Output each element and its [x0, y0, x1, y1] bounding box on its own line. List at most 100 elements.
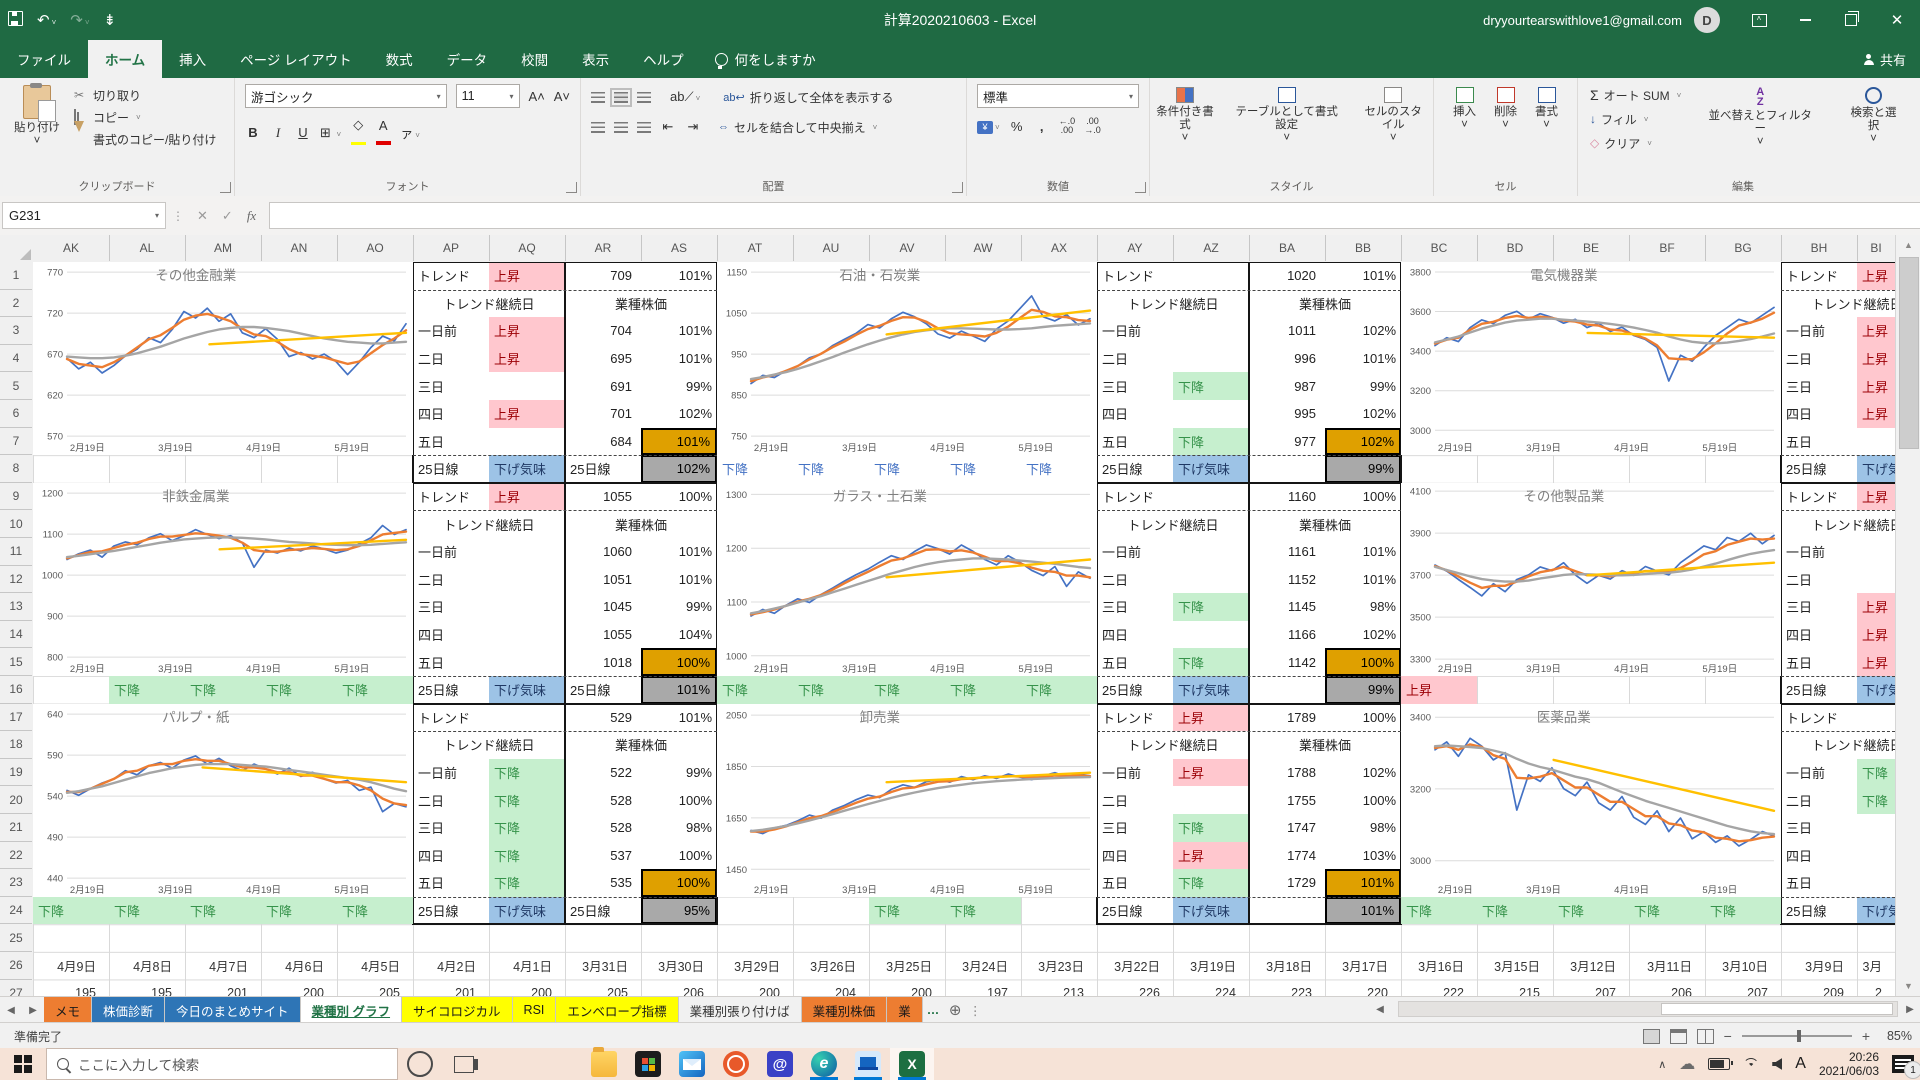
cell-BH22[interactable]: 四日 [1781, 842, 1857, 870]
trend-cell-AO16[interactable]: 下降 [337, 676, 413, 704]
cell-AT26[interactable]: 3月29日 [717, 952, 793, 980]
cell-BA17[interactable]: 1789 [1249, 704, 1325, 732]
cell-AP17[interactable]: トレンド [413, 704, 489, 732]
row-header-5[interactable]: 5 [0, 372, 32, 400]
cell-BA13[interactable]: 1145 [1249, 593, 1325, 621]
cell-AO27[interactable]: 205 [337, 980, 413, 996]
cell-BA4[interactable]: 996 [1249, 345, 1325, 373]
cell-BI20[interactable]: 下降 [1857, 786, 1895, 814]
cell-BH9[interactable]: トレンド [1781, 483, 1857, 511]
column-header-AZ[interactable]: AZ [1173, 235, 1250, 261]
row-header-21[interactable]: 21 [0, 814, 32, 842]
industry-chart-4[interactable]: 8009001000110012002月19日3月19日4月19日5月19日非鉄… [33, 483, 413, 676]
cell-BI3[interactable]: 上昇 [1857, 317, 1895, 345]
insert-function-button[interactable]: fx [247, 208, 256, 224]
cell-AR1[interactable]: 709 [565, 262, 641, 290]
cell-AS14[interactable]: 104% [641, 621, 717, 649]
cell-AY6[interactable]: 四日 [1097, 400, 1173, 428]
cell-BI6[interactable]: 上昇 [1857, 400, 1895, 428]
cell-BB23[interactable]: 101% [1325, 869, 1401, 897]
column-header-BI[interactable]: BI [1857, 235, 1895, 261]
cell-BI9[interactable]: 上昇 [1857, 483, 1895, 511]
cell-BA16[interactable] [1249, 676, 1325, 704]
scroll-up-icon[interactable]: ▲ [1896, 235, 1920, 255]
scroll-down-icon[interactable]: ▼ [1896, 976, 1920, 996]
cell-AY9[interactable]: トレンド [1097, 483, 1173, 511]
sheet-nav-right-icon[interactable]: ▶ [22, 997, 44, 1023]
cell-AW26[interactable]: 3月24日 [945, 952, 1021, 980]
trend-cell-AM16[interactable]: 下降 [185, 676, 261, 704]
cell-AU26[interactable]: 3月26日 [793, 952, 869, 980]
cell-AS11[interactable]: 101% [641, 538, 717, 566]
tell-me-box[interactable]: 何をしますか [715, 40, 816, 78]
column-header-AT[interactable]: AT [717, 235, 794, 261]
cell-AS20[interactable]: 100% [641, 786, 717, 814]
cell-BA3[interactable]: 1011 [1249, 317, 1325, 345]
align-center-icon[interactable] [614, 122, 628, 133]
cell-BA10[interactable]: 業種株価 [1249, 510, 1401, 538]
format-as-table-button[interactable]: テーブルとして書式設定˅ [1228, 84, 1345, 176]
cell-BA27[interactable]: 223 [1249, 980, 1325, 996]
restore-button[interactable] [1828, 0, 1874, 40]
find-select-button[interactable]: 検索と選択˅ [1839, 84, 1908, 176]
cell-AT27[interactable]: 200 [717, 980, 793, 996]
cell-AR5[interactable]: 691 [565, 372, 641, 400]
dialog-launcher-icon[interactable] [1135, 182, 1146, 193]
cell-AY11[interactable]: 一日前 [1097, 538, 1173, 566]
trend-cell-BG24[interactable]: 下降 [1705, 897, 1781, 925]
cell-AS3[interactable]: 101% [641, 317, 717, 345]
column-header-BG[interactable]: BG [1705, 235, 1782, 261]
cell-AY5[interactable]: 三日 [1097, 372, 1173, 400]
cortana-button[interactable] [398, 1048, 442, 1080]
trend-cell-AL24[interactable]: 下降 [109, 897, 185, 925]
cell-AZ7[interactable]: 下降 [1173, 428, 1249, 456]
row-header-2[interactable]: 2 [0, 290, 32, 318]
sheet-tab-今日のまとめサイト[interactable]: 今日のまとめサイト [165, 997, 301, 1023]
cell-BI1[interactable]: 上昇 [1857, 262, 1895, 290]
ribbon-tab-ファイル[interactable]: ファイル [0, 40, 88, 78]
cell-BA24[interactable] [1249, 897, 1325, 925]
number-format-combo[interactable]: 標準▾ [977, 84, 1139, 108]
row-header-6[interactable]: 6 [0, 400, 32, 428]
vertical-scroll-thumb[interactable] [1899, 257, 1919, 449]
cell-BB21[interactable]: 98% [1325, 814, 1401, 842]
cell-AR19[interactable]: 522 [565, 759, 641, 787]
italic-button[interactable]: I [270, 125, 286, 141]
cell-BB16[interactable]: 99% [1325, 676, 1401, 704]
cell-AP3[interactable]: 一日前 [413, 317, 489, 345]
trend-cell-AU8[interactable]: 下降 [793, 455, 869, 483]
decrease-indent-button[interactable]: ⇤ [660, 119, 676, 135]
cell-AZ27[interactable]: 224 [1173, 980, 1249, 996]
trend-cell-AT16[interactable]: 下降 [717, 676, 793, 704]
sheet-tab-業種別株価[interactable]: 業種別株価 [802, 997, 888, 1023]
name-box[interactable]: G231▾ [2, 202, 166, 229]
ribbon-tab-データ[interactable]: データ [430, 40, 505, 78]
zoom-slider-thumb[interactable] [1797, 1030, 1801, 1042]
cell-AR13[interactable]: 1045 [565, 593, 641, 621]
cell-AP1[interactable]: トレンド [413, 262, 489, 290]
account-email[interactable]: dryyourtearswithlove1@gmail.com [1483, 13, 1682, 28]
ribbon-tab-ホーム[interactable]: ホーム [88, 40, 162, 78]
row-header-1[interactable]: 1 [0, 262, 32, 290]
cell-AR15[interactable]: 1018 [565, 648, 641, 676]
cell-AP13[interactable]: 三日 [413, 593, 489, 621]
cell-AY1[interactable]: トレンド [1097, 262, 1173, 290]
cell-AQ7[interactable] [489, 428, 565, 456]
cell-AY13[interactable]: 三日 [1097, 593, 1173, 621]
cell-AR12[interactable]: 1051 [565, 566, 641, 594]
column-header-AM[interactable]: AM [185, 235, 262, 261]
cell-AZ22[interactable]: 上昇 [1173, 842, 1249, 870]
cell-AR21[interactable]: 528 [565, 814, 641, 842]
cell-AQ23[interactable]: 下降 [489, 869, 565, 897]
cell-BI5[interactable]: 上昇 [1857, 372, 1895, 400]
row-header-19[interactable]: 19 [0, 759, 32, 787]
column-header-AN[interactable]: AN [261, 235, 338, 261]
ribbon-tab-挿入[interactable]: 挿入 [162, 40, 223, 78]
cell-BA11[interactable]: 1161 [1249, 538, 1325, 566]
cell-BH17[interactable]: トレンド [1781, 704, 1857, 732]
cell-AO26[interactable]: 4月5日 [337, 952, 413, 980]
cell-AS23[interactable]: 100% [641, 869, 717, 897]
cell-AP18[interactable]: トレンド継続日 [413, 731, 565, 759]
row-header-16[interactable]: 16 [0, 676, 32, 704]
cell-AZ20[interactable] [1173, 786, 1249, 814]
